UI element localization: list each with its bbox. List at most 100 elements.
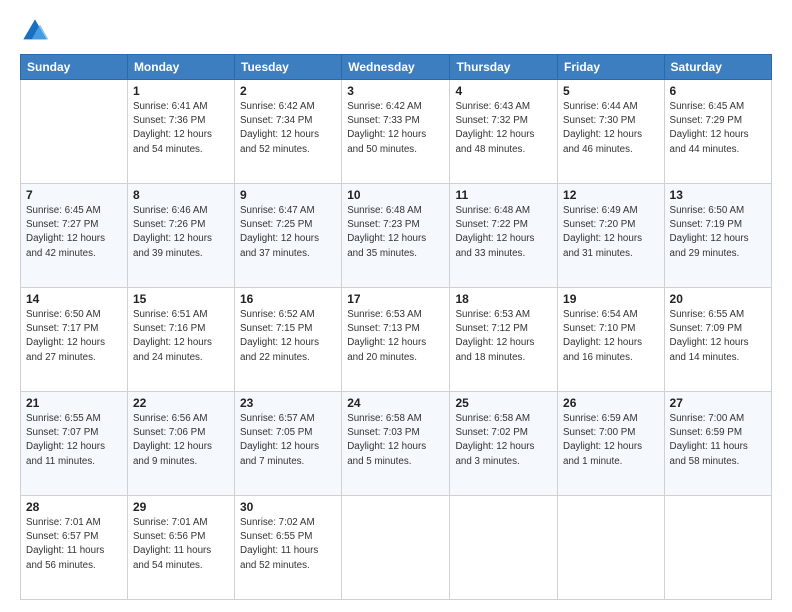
calendar-cell: 9 Sunrise: 6:47 AMSunset: 7:25 PMDaylight…	[235, 184, 342, 288]
day-info: Sunrise: 6:53 AMSunset: 7:12 PMDaylight:…	[455, 308, 552, 365]
calendar-cell: 15 Sunrise: 6:51 AMSunset: 7:16 PMDayligh…	[127, 288, 234, 392]
calendar-cell: 7Sunrise: 6:45 AMSunset: 7:27 PMDaylight…	[21, 184, 128, 288]
calendar-week-row: 14 Sunrise: 6:50 AMSunset: 7:17 PMDayligh…	[21, 288, 772, 392]
day-info: Sunrise: 6:45 AMSunset: 7:27 PMDaylight:…	[26, 204, 122, 261]
day-info: Sunrise: 6:59 AMSunset: 7:00 PMDaylight:…	[563, 412, 659, 469]
day-info: Sunrise: 6:47 AMSunset: 7:25 PMDaylight:…	[240, 204, 336, 261]
calendar-cell	[342, 496, 450, 600]
logo	[20, 16, 54, 46]
day-of-week-header: Friday	[558, 55, 665, 80]
day-number: 15	[133, 292, 229, 306]
day-info: Sunrise: 6:57 AMSunset: 7:05 PMDaylight:…	[240, 412, 336, 469]
calendar-cell: 12Sunrise: 6:49 AMSunset: 7:20 PMDayligh…	[558, 184, 665, 288]
day-info: Sunrise: 7:02 AMSunset: 6:55 PMDaylight:…	[240, 516, 336, 573]
day-info: Sunrise: 6:54 AMSunset: 7:10 PMDaylight:…	[563, 308, 659, 365]
day-of-week-header: Thursday	[450, 55, 558, 80]
day-of-week-header: Saturday	[664, 55, 771, 80]
day-number: 23	[240, 396, 336, 410]
day-number: 6	[670, 84, 766, 98]
calendar-cell: 24 Sunrise: 6:58 AMSunset: 7:03 PMDayligh…	[342, 392, 450, 496]
day-info: Sunrise: 6:58 AMSunset: 7:02 PMDaylight:…	[455, 412, 552, 469]
day-of-week-header: Monday	[127, 55, 234, 80]
day-info: Sunrise: 6:56 AMSunset: 7:06 PMDaylight:…	[133, 412, 229, 469]
day-number: 16	[240, 292, 336, 306]
day-of-week-header: Tuesday	[235, 55, 342, 80]
day-info: Sunrise: 6:50 AMSunset: 7:19 PMDaylight:…	[670, 204, 766, 261]
calendar-cell	[450, 496, 558, 600]
day-info: Sunrise: 6:41 AMSunset: 7:36 PMDaylight:…	[133, 100, 229, 157]
day-number: 21	[26, 396, 122, 410]
calendar-cell: 20 Sunrise: 6:55 AMSunset: 7:09 PMDayligh…	[664, 288, 771, 392]
day-info: Sunrise: 7:00 AMSunset: 6:59 PMDaylight:…	[670, 412, 766, 469]
day-number: 18	[455, 292, 552, 306]
day-number: 9	[240, 188, 336, 202]
day-number: 4	[455, 84, 552, 98]
page: SundayMondayTuesdayWednesdayThursdayFrid…	[0, 0, 792, 612]
day-info: Sunrise: 6:48 AMSunset: 7:23 PMDaylight:…	[347, 204, 444, 261]
day-number: 26	[563, 396, 659, 410]
day-info: Sunrise: 6:52 AMSunset: 7:15 PMDaylight:…	[240, 308, 336, 365]
calendar-cell: 10Sunrise: 6:48 AMSunset: 7:23 PMDayligh…	[342, 184, 450, 288]
day-number: 8	[133, 188, 229, 202]
calendar-cell: 14 Sunrise: 6:50 AMSunset: 7:17 PMDayligh…	[21, 288, 128, 392]
day-info: Sunrise: 6:43 AMSunset: 7:32 PMDaylight:…	[455, 100, 552, 157]
day-number: 22	[133, 396, 229, 410]
calendar-header-row: SundayMondayTuesdayWednesdayThursdayFrid…	[21, 55, 772, 80]
header	[20, 16, 772, 46]
day-info: Sunrise: 6:42 AMSunset: 7:33 PMDaylight:…	[347, 100, 444, 157]
calendar-cell: 2 Sunrise: 6:42 AMSunset: 7:34 PMDaylight…	[235, 80, 342, 184]
calendar-cell: 17Sunrise: 6:53 AMSunset: 7:13 PMDayligh…	[342, 288, 450, 392]
day-number: 29	[133, 500, 229, 514]
day-info: Sunrise: 6:51 AMSunset: 7:16 PMDaylight:…	[133, 308, 229, 365]
calendar-cell: 18 Sunrise: 6:53 AMSunset: 7:12 PMDayligh…	[450, 288, 558, 392]
calendar-week-row: 1 Sunrise: 6:41 AMSunset: 7:36 PMDaylight…	[21, 80, 772, 184]
day-number: 1	[133, 84, 229, 98]
day-number: 28	[26, 500, 122, 514]
day-info: Sunrise: 6:58 AMSunset: 7:03 PMDaylight:…	[347, 412, 444, 469]
calendar-cell: 13Sunrise: 6:50 AMSunset: 7:19 PMDayligh…	[664, 184, 771, 288]
day-info: Sunrise: 6:42 AMSunset: 7:34 PMDaylight:…	[240, 100, 336, 157]
calendar-cell: 4 Sunrise: 6:43 AMSunset: 7:32 PMDaylight…	[450, 80, 558, 184]
calendar-week-row: 7Sunrise: 6:45 AMSunset: 7:27 PMDaylight…	[21, 184, 772, 288]
calendar-cell: 1 Sunrise: 6:41 AMSunset: 7:36 PMDaylight…	[127, 80, 234, 184]
day-info: Sunrise: 6:50 AMSunset: 7:17 PMDaylight:…	[26, 308, 122, 365]
calendar-cell: 19 Sunrise: 6:54 AMSunset: 7:10 PMDayligh…	[558, 288, 665, 392]
day-info: Sunrise: 7:01 AMSunset: 6:57 PMDaylight:…	[26, 516, 122, 573]
day-info: Sunrise: 6:44 AMSunset: 7:30 PMDaylight:…	[563, 100, 659, 157]
day-number: 24	[347, 396, 444, 410]
calendar-cell: 5 Sunrise: 6:44 AMSunset: 7:30 PMDaylight…	[558, 80, 665, 184]
day-info: Sunrise: 6:55 AMSunset: 7:07 PMDaylight:…	[26, 412, 122, 469]
day-info: Sunrise: 6:46 AMSunset: 7:26 PMDaylight:…	[133, 204, 229, 261]
calendar-cell: 28 Sunrise: 7:01 AMSunset: 6:57 PMDayligh…	[21, 496, 128, 600]
day-number: 30	[240, 500, 336, 514]
day-number: 20	[670, 292, 766, 306]
day-number: 19	[563, 292, 659, 306]
calendar-cell: 6Sunrise: 6:45 AMSunset: 7:29 PMDaylight…	[664, 80, 771, 184]
calendar-cell: 21 Sunrise: 6:55 AMSunset: 7:07 PMDayligh…	[21, 392, 128, 496]
calendar-week-row: 21 Sunrise: 6:55 AMSunset: 7:07 PMDayligh…	[21, 392, 772, 496]
day-number: 3	[347, 84, 444, 98]
calendar-cell: 8 Sunrise: 6:46 AMSunset: 7:26 PMDaylight…	[127, 184, 234, 288]
calendar-cell: 11Sunrise: 6:48 AMSunset: 7:22 PMDayligh…	[450, 184, 558, 288]
day-info: Sunrise: 6:55 AMSunset: 7:09 PMDaylight:…	[670, 308, 766, 365]
day-of-week-header: Sunday	[21, 55, 128, 80]
day-number: 2	[240, 84, 336, 98]
day-of-week-header: Wednesday	[342, 55, 450, 80]
calendar-cell	[664, 496, 771, 600]
calendar-cell: 26 Sunrise: 6:59 AMSunset: 7:00 PMDayligh…	[558, 392, 665, 496]
calendar-cell: 25Sunrise: 6:58 AMSunset: 7:02 PMDayligh…	[450, 392, 558, 496]
calendar-cell: 30 Sunrise: 7:02 AMSunset: 6:55 PMDayligh…	[235, 496, 342, 600]
calendar-cell: 29 Sunrise: 7:01 AMSunset: 6:56 PMDayligh…	[127, 496, 234, 600]
day-number: 12	[563, 188, 659, 202]
calendar-cell: 22 Sunrise: 6:56 AMSunset: 7:06 PMDayligh…	[127, 392, 234, 496]
calendar-cell: 16 Sunrise: 6:52 AMSunset: 7:15 PMDayligh…	[235, 288, 342, 392]
calendar-cell: 3 Sunrise: 6:42 AMSunset: 7:33 PMDaylight…	[342, 80, 450, 184]
day-info: Sunrise: 7:01 AMSunset: 6:56 PMDaylight:…	[133, 516, 229, 573]
day-info: Sunrise: 6:53 AMSunset: 7:13 PMDaylight:…	[347, 308, 444, 365]
day-number: 5	[563, 84, 659, 98]
day-number: 11	[455, 188, 552, 202]
day-number: 14	[26, 292, 122, 306]
calendar-cell	[21, 80, 128, 184]
calendar-week-row: 28 Sunrise: 7:01 AMSunset: 6:57 PMDayligh…	[21, 496, 772, 600]
day-number: 27	[670, 396, 766, 410]
